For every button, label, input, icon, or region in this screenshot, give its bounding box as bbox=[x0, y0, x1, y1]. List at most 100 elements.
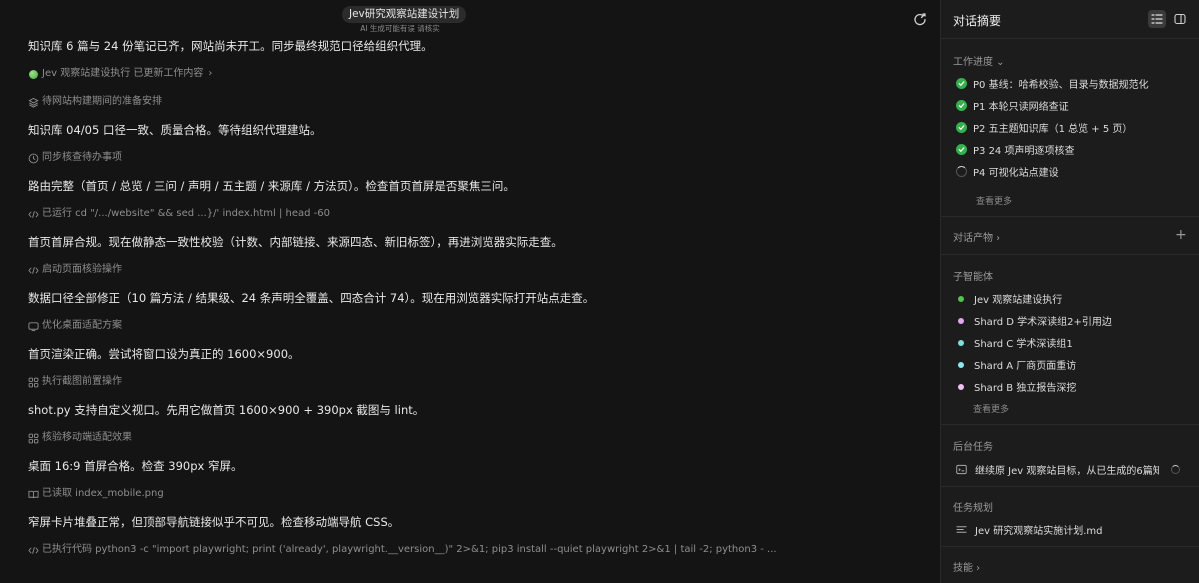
code-icon bbox=[28, 209, 39, 220]
check-circle-icon bbox=[956, 122, 967, 133]
tool-step[interactable]: 执行截图前置操作 bbox=[28, 374, 918, 390]
message-text: shot.py 支持自定义视口。先用它做首页 1600×900 + 390px … bbox=[28, 403, 425, 417]
progress-item-label: P0 基线：哈希校验、目录与数据规范化 bbox=[973, 80, 1149, 91]
tool-step[interactable]: 优化桌面适配方案 bbox=[28, 318, 918, 334]
assistant-message: 路由完整（首页 / 总览 / 三问 / 声明 / 五主题 / 来源库 / 方法页… bbox=[28, 178, 918, 194]
conversation-title[interactable]: Jev研究观察站建设计划 bbox=[342, 6, 467, 23]
progress-item[interactable]: P2 五主题知识库（1 总览 + 5 页） bbox=[956, 120, 1186, 135]
summary-panel: 对话摘要 工作进度 ⌄ P0 基线：哈希校验、目录与数据规范化 P1 本轮只读网络… bbox=[940, 0, 1199, 583]
agent-item[interactable]: Shard B 独立报告深挖 bbox=[956, 379, 1186, 394]
assistant-message: 首页首屏合规。现在做静态一致性校验（计数、内部链接、来源四态、新旧标签），再进浏… bbox=[28, 234, 918, 250]
new-chat-button[interactable] bbox=[912, 11, 928, 27]
divider bbox=[941, 424, 1199, 425]
step-label: 已执行代码 python3 -c "import playwright; pri… bbox=[42, 544, 777, 555]
background-task-item[interactable]: 继续原 Jev 观察站目标，从已生成的6篇知识 bbox=[956, 462, 1186, 477]
monitor-icon bbox=[28, 321, 39, 332]
chevron-right-icon: › bbox=[993, 233, 1001, 244]
ai-disclaimer: AI 生成可能有误 请核实 bbox=[360, 24, 440, 33]
message-text: 知识库 04/05 口径一致、质量合格。等待组织代理建站。 bbox=[28, 123, 322, 137]
message-text: 数据口径全部修正（10 篇方法 / 结果级、24 条声明全覆盖、四态合计 74）… bbox=[28, 291, 595, 305]
step-label: 启动页面核验操作 bbox=[42, 264, 122, 275]
clock-icon bbox=[28, 153, 39, 164]
assistant-message: shot.py 支持自定义视口。先用它做首页 1600×900 + 390px … bbox=[28, 402, 918, 418]
step-label: Jev 观察站建设执行 已更新工作内容 bbox=[42, 68, 204, 79]
progress-item[interactable]: P0 基线：哈希校验、目录与数据规范化 bbox=[956, 76, 1186, 91]
plan-file-label: Jev 研究观察站实施计划.md bbox=[975, 526, 1103, 537]
agent-item-label: Shard C 学术深读组1 bbox=[974, 339, 1073, 350]
tool-step[interactable]: 同步核查待办事项 bbox=[28, 150, 918, 166]
plan-file-item[interactable]: Jev 研究观察站实施计划.md bbox=[956, 522, 1186, 537]
step-label: 已读取 index_mobile.png bbox=[42, 488, 164, 499]
code-icon bbox=[28, 265, 39, 276]
agent-item-label: Jev 观察站建设执行 bbox=[974, 295, 1063, 306]
summary-view-button[interactable] bbox=[1148, 10, 1166, 28]
agent-item[interactable]: Shard C 学术深读组1 bbox=[956, 335, 1186, 350]
step-label: 待网站构建期间的准备安排 bbox=[42, 96, 162, 107]
agent-item[interactable]: Shard A 厂商页面重访 bbox=[956, 357, 1186, 372]
agent-item-label: Shard B 独立报告深挖 bbox=[974, 383, 1077, 394]
add-artifact-button[interactable]: + bbox=[1175, 228, 1187, 242]
status-dot-icon bbox=[958, 317, 964, 324]
agent-item[interactable]: Shard D 学术深读组2+引用边 bbox=[956, 313, 1186, 328]
list-lines-icon bbox=[956, 526, 967, 533]
check-circle-icon bbox=[956, 78, 967, 89]
progress-item[interactable]: P3 24 项声明逐项核查 bbox=[956, 142, 1186, 157]
message-text: 窄屏卡片堆叠正常，但顶部导航链接似乎不可见。检查移动端导航 CSS。 bbox=[28, 515, 400, 529]
tool-step[interactable]: 已读取 index_mobile.png bbox=[28, 486, 918, 502]
assistant-message: 知识库 04/05 口径一致、质量合格。等待组织代理建站。 bbox=[28, 122, 918, 138]
status-dot-icon bbox=[958, 295, 964, 302]
progress-section-title[interactable]: 工作进度 ⌄ bbox=[953, 53, 1005, 68]
list-icon bbox=[1151, 14, 1163, 24]
step-label: 执行截图前置操作 bbox=[42, 376, 122, 387]
tool-step[interactable]: 已运行 cd "/.../website" && sed ...}/' inde… bbox=[28, 206, 918, 222]
chat-main: Jev研究观察站建设计划 AI 生成可能有误 请核实 知识库 6 篇与 24 份… bbox=[0, 0, 940, 583]
message-text: 路由完整（首页 / 总览 / 三问 / 声明 / 五主题 / 来源库 / 方法页… bbox=[28, 179, 515, 193]
code-icon bbox=[28, 545, 39, 556]
step-label: 核验移动端适配效果 bbox=[42, 432, 132, 443]
tool-step[interactable]: 待网站构建期间的准备安排 bbox=[28, 94, 918, 110]
message-text: 桌面 16:9 首屏合格。检查 390px 窄屏。 bbox=[28, 459, 243, 473]
agent-item-label: Shard D 学术深读组2+引用边 bbox=[974, 317, 1112, 328]
divider bbox=[941, 486, 1199, 487]
check-circle-icon bbox=[956, 144, 967, 155]
assistant-message: 桌面 16:9 首屏合格。检查 390px 窄屏。 bbox=[28, 458, 918, 474]
grid-icon bbox=[28, 377, 39, 388]
progress-item-label: P3 24 项声明逐项核查 bbox=[973, 146, 1075, 157]
progress-show-more[interactable]: 查看更多 bbox=[976, 194, 1012, 207]
progress-item-label: P2 五主题知识库（1 总览 + 5 页） bbox=[973, 124, 1133, 135]
chevron-down-icon: ⌄ bbox=[993, 57, 1005, 68]
panel-title: 对话摘要 bbox=[953, 14, 1002, 28]
progress-item[interactable]: P4 可视化站点建设 bbox=[956, 164, 1186, 179]
loading-spinner-icon bbox=[1171, 465, 1180, 474]
divider bbox=[941, 38, 1199, 39]
assistant-message: 窄屏卡片堆叠正常，但顶部导航链接似乎不可见。检查移动端导航 CSS。 bbox=[28, 514, 918, 530]
toggle-sidebar-button[interactable] bbox=[1171, 10, 1189, 28]
book-icon bbox=[28, 489, 39, 500]
status-dot-icon bbox=[958, 361, 964, 368]
grid-icon bbox=[28, 433, 39, 444]
assistant-message: 首页渲染正确。尝试将窗口设为真正的 1600×900。 bbox=[28, 346, 918, 362]
progress-item[interactable]: P1 本轮只读网络查证 bbox=[956, 98, 1186, 113]
green-dot-icon bbox=[28, 69, 39, 80]
message-text: 首页首屏合规。现在做静态一致性校验（计数、内部链接、来源四态、新旧标签），再进浏… bbox=[28, 235, 563, 249]
new-chat-icon bbox=[914, 13, 926, 26]
background-section-title: 后台任务 bbox=[953, 442, 993, 453]
loading-spinner-icon bbox=[956, 166, 967, 177]
skills-section-title[interactable]: 技能 › bbox=[953, 559, 980, 574]
tool-step[interactable]: Jev 观察站建设执行 已更新工作内容 › bbox=[28, 66, 918, 82]
message-text: 知识库 6 篇与 24 份笔记已齐，网站尚未开工。同步最终规范口径给组织代理。 bbox=[28, 39, 433, 53]
tool-step[interactable]: 启动页面核验操作 bbox=[28, 262, 918, 278]
plan-section-title: 任务规划 bbox=[953, 503, 993, 514]
tool-step[interactable]: 已执行代码 python3 -c "import playwright; pri… bbox=[28, 542, 918, 558]
tool-step[interactable]: 核验移动端适配效果 bbox=[28, 430, 918, 446]
message-text: 首页渲染正确。尝试将窗口设为真正的 1600×900。 bbox=[28, 347, 300, 361]
step-label: 优化桌面适配方案 bbox=[42, 320, 122, 331]
chevron-right-icon: › bbox=[208, 68, 213, 79]
agents-show-more[interactable]: 查看更多 bbox=[973, 402, 1009, 415]
agent-item[interactable]: Jev 观察站建设执行 bbox=[956, 291, 1186, 306]
assistant-message: 数据口径全部修正（10 篇方法 / 结果级、24 条声明全覆盖、四态合计 74）… bbox=[28, 290, 918, 306]
chevron-right-icon: › bbox=[973, 563, 981, 574]
step-label: 已运行 cd "/.../website" && sed ...}/' inde… bbox=[42, 208, 330, 219]
artifacts-section-title[interactable]: 对话产物 › bbox=[953, 229, 1000, 244]
terminal-icon bbox=[956, 464, 967, 475]
